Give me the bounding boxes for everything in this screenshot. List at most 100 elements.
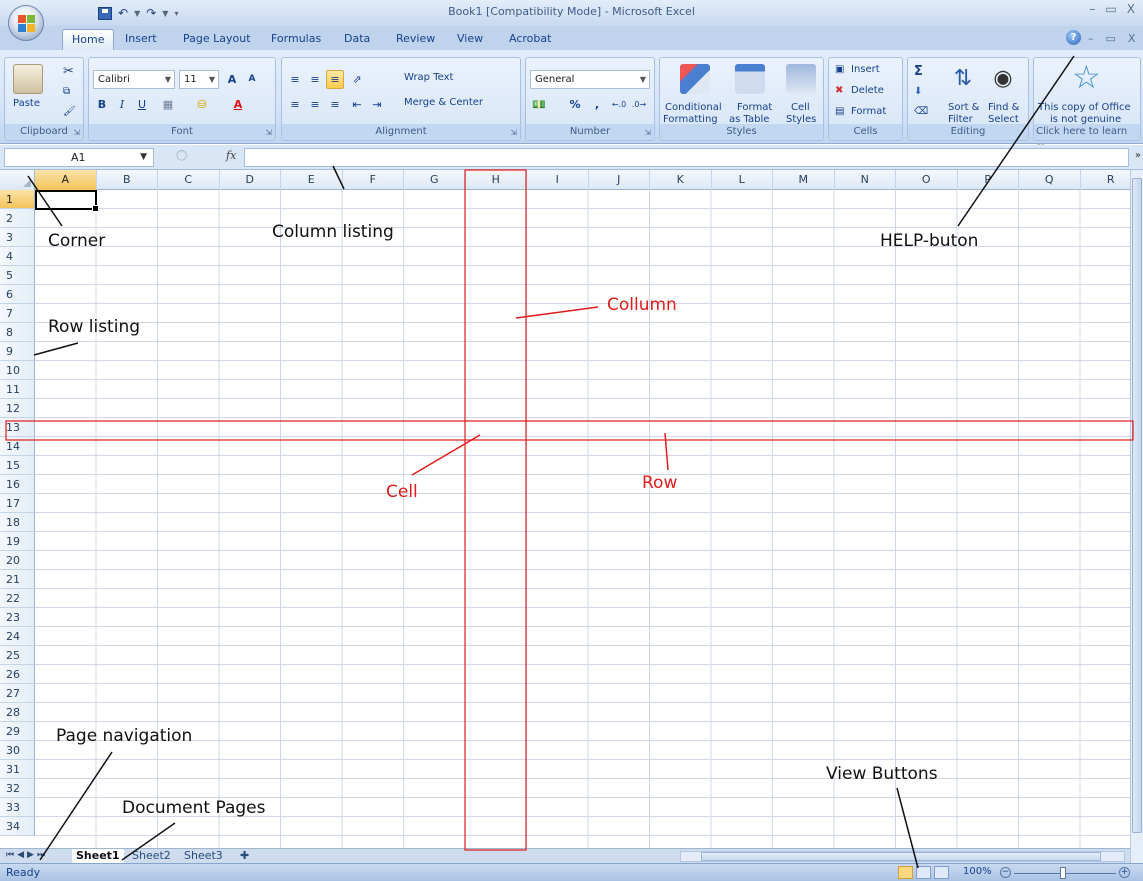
format-as-table-icon[interactable] [735,64,765,94]
row-header[interactable]: 19 [0,532,35,551]
font-dialog-icon[interactable]: ⇲ [265,128,272,137]
workbook-minimize-button[interactable]: – [1088,32,1094,45]
tab-view[interactable]: View [457,32,483,45]
clear-icon[interactable]: ⌫ [914,106,928,117]
underline-button[interactable]: U [133,95,151,114]
star-icon[interactable]: ☆ [1072,58,1101,96]
row-header[interactable]: 24 [0,627,35,646]
column-header[interactable]: C [158,170,220,190]
column-header[interactable]: Q [1019,170,1081,190]
row-header[interactable]: 32 [0,779,35,798]
row-header[interactable]: 12 [0,399,35,418]
tab-acrobat[interactable]: Acrobat [509,32,551,45]
column-header[interactable]: O [896,170,958,190]
grow-font-button[interactable]: A [223,70,241,89]
row-header[interactable]: 25 [0,646,35,665]
row-header[interactable]: 9 [0,342,35,361]
align-top-icon[interactable]: ≡ [286,70,304,89]
tab-page-layout[interactable]: Page Layout [183,32,251,45]
row-header[interactable]: 30 [0,741,35,760]
bold-button[interactable]: B [93,95,111,114]
zoom-in-icon[interactable]: + [1119,867,1130,878]
conditional-formatting-icon[interactable] [680,64,710,94]
delete-cells-icon[interactable]: ✖ [835,85,843,96]
comma-button[interactable]: , [588,95,606,114]
horizontal-scroll-thumb[interactable] [701,852,1101,861]
increase-indent-icon[interactable]: ⇥ [368,95,386,114]
column-header[interactable]: G [404,170,466,190]
zoom-slider-knob[interactable] [1060,867,1066,879]
delete-cells-button[interactable]: Delete [851,85,884,96]
sheet-navigation-arrows[interactable]: ⏮◀▶⏭ [6,850,48,860]
cut-icon[interactable]: ✂ [63,64,74,79]
sort-filter-label-1[interactable]: Sort & [948,102,979,113]
column-header[interactable]: J [589,170,650,190]
find-select-label-1[interactable]: Find & [988,102,1019,113]
horizontal-scrollbar[interactable] [680,851,1125,862]
copy-icon[interactable]: ⧉ [63,86,70,97]
tab-data[interactable]: Data [344,32,370,45]
zoom-slider[interactable]: − + [1000,867,1130,879]
close-button[interactable]: X [1127,2,1135,16]
currency-icon[interactable]: 💵 [530,95,548,114]
row-header[interactable]: 16 [0,475,35,494]
row-header[interactable]: 10 [0,361,35,380]
format-painter-icon[interactable]: 🖌 [63,106,76,117]
number-dialog-icon[interactable]: ⇲ [644,128,651,137]
minimize-button[interactable]: – [1089,2,1095,16]
row-header[interactable]: 27 [0,684,35,703]
borders-icon[interactable]: ▦ [159,95,177,114]
row-header[interactable]: 23 [0,608,35,627]
binoculars-icon[interactable]: ◉ [988,64,1018,94]
row-header[interactable]: 4 [0,247,35,266]
row-header[interactable]: 6 [0,285,35,304]
help-icon[interactable]: ? [1066,30,1081,45]
insert-cells-button[interactable]: Insert [851,64,880,75]
paste-icon[interactable] [13,64,43,94]
workbook-close-button[interactable]: X [1128,32,1136,45]
row-header[interactable]: 11 [0,380,35,399]
formula-resize-icon[interactable]: ◯ [176,150,187,161]
column-header[interactable]: B [97,170,158,190]
autosum-button[interactable]: Σ [914,64,923,79]
column-header[interactable]: I [527,170,589,190]
zoom-level[interactable]: 100% [963,866,992,877]
column-header[interactable]: N [835,170,896,190]
page-break-view-icon[interactable] [934,866,949,879]
sheet-tab-1[interactable]: Sheet1 [72,849,124,863]
decrease-decimal-icon[interactable]: .0→ [630,95,648,114]
font-color-button[interactable]: A [229,95,247,114]
tab-formulas[interactable]: Formulas [271,32,321,45]
paste-label[interactable]: Paste [13,98,40,109]
column-header[interactable]: F [343,170,404,190]
column-header[interactable]: L [712,170,773,190]
decrease-indent-icon[interactable]: ⇤ [348,95,366,114]
align-middle-icon[interactable]: ≡ [306,70,324,89]
formula-input[interactable] [244,148,1129,167]
column-header[interactable]: A [35,170,97,190]
tab-review[interactable]: Review [396,32,435,45]
insert-cells-icon[interactable]: ▣ [835,64,844,75]
format-cells-icon[interactable]: ▤ [835,106,844,117]
alignment-dialog-icon[interactable]: ⇲ [510,128,517,137]
clipboard-dialog-icon[interactable]: ⇲ [73,128,80,137]
row-header[interactable]: 15 [0,456,35,475]
row-header[interactable]: 1 [0,190,35,209]
page-layout-view-icon[interactable] [916,866,931,879]
row-header[interactable]: 21 [0,570,35,589]
genuine-link[interactable]: Click here to learn m... [1034,124,1140,153]
column-header[interactable]: H [466,170,527,190]
wrap-text-button[interactable]: Wrap Text [404,72,453,83]
row-header[interactable]: 5 [0,266,35,285]
vertical-scrollbar[interactable] [1130,170,1143,863]
sheet-tab-3[interactable]: Sheet3 [184,849,223,863]
orientation-icon[interactable]: ⇗ [348,70,366,89]
zoom-out-icon[interactable]: − [1000,867,1011,878]
name-box[interactable]: A1 ▼ [4,148,154,167]
row-header[interactable]: 17 [0,494,35,513]
align-bottom-icon[interactable]: ≡ [326,70,344,89]
row-header[interactable]: 28 [0,703,35,722]
column-header[interactable]: R [1081,170,1131,190]
align-right-icon[interactable]: ≡ [326,95,344,114]
format-cells-button[interactable]: Format [851,106,886,117]
